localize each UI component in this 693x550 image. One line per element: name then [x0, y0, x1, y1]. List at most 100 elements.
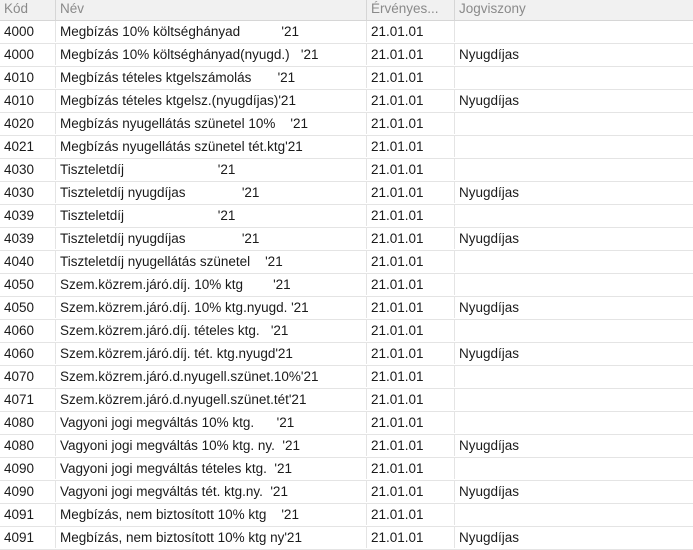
table-row[interactable]: 4091 Megbízás, nem biztosított 10% ktg ny…: [0, 527, 693, 550]
cell-code: 4060: [0, 343, 56, 364]
column-header-valid-from[interactable]: Érvényes...: [367, 0, 455, 20]
table-row[interactable]: 4030 Tiszteletdíj nyugdíjas '21 21.01.01 Ny…: [0, 182, 693, 205]
cell-code: 4070: [0, 366, 56, 387]
table-row[interactable]: 4071 Szem.közrem.járó.d.nyugell.szünet.té…: [0, 389, 693, 412]
table-row[interactable]: 4050 Szem.közrem.járó.díj. 10% ktg.nyugd.…: [0, 297, 693, 320]
cell-code: 4039: [0, 205, 56, 226]
cell-name: Megbízás 10% költséghányad '21: [56, 21, 367, 42]
cell-valid-from: 21.01.01: [367, 389, 455, 410]
table-row[interactable]: 4060 Szem.közrem.járó.díj. tételes ktg. '…: [0, 320, 693, 343]
cell-valid-from: 21.01.01: [367, 481, 455, 502]
cell-name: Szem.közrem.járó.díj. tételes ktg. '21: [56, 320, 367, 341]
cell-relationship: Nyugdíjas: [459, 484, 520, 499]
cell-valid-from: 21.01.01: [367, 297, 455, 318]
table-row[interactable]: 4039 Tiszteletdíj nyugdíjas '21 21.01.01 Ny…: [0, 228, 693, 251]
cell-valid-from: 21.01.01: [367, 67, 455, 88]
cell-relationship: [455, 458, 693, 479]
cell-valid-from: 21.01.01: [367, 90, 455, 111]
column-header-code[interactable]: Kód: [0, 0, 56, 20]
cell-valid-from: 21.01.01: [367, 458, 455, 479]
table-row[interactable]: 4039 Tiszteletdíj '21 21.01.01: [0, 205, 693, 228]
cell-valid-from: 21.01.01: [367, 228, 455, 249]
cell-code: 4080: [0, 435, 56, 456]
table-row[interactable]: 4021 Megbízás nyugellátás szünetel tét.kt…: [0, 136, 693, 159]
table-row[interactable]: 4020 Megbízás nyugellátás szünetel 10% '2…: [0, 113, 693, 136]
cell-valid-from: 21.01.01: [367, 44, 455, 65]
table-row[interactable]: 4050 Szem.közrem.járó.díj. 10% ktg '21 21.…: [0, 274, 693, 297]
cell-relationship: [455, 205, 693, 226]
table-row[interactable]: 4000 Megbízás 10% költséghányad '21 21.01.…: [0, 21, 693, 44]
cell-name: Szem.közrem.járó.díj. tét. ktg.nyugd'21: [56, 343, 367, 364]
cell-name: Tiszteletdíj nyugdíjas '21: [56, 182, 367, 203]
cell-relationship: [455, 389, 693, 410]
cell-valid-from: 21.01.01: [367, 320, 455, 341]
table-row[interactable]: 4091 Megbízás, nem biztosított 10% ktg '2…: [0, 504, 693, 527]
cell-code: 4090: [0, 481, 56, 502]
table-row[interactable]: 4010 Megbízás tételes ktgelszámolás '21 21…: [0, 67, 693, 90]
cell-name: Vagyoni jogi megváltás 10% ktg. ny. '21: [56, 435, 367, 456]
cell-relationship: [455, 412, 693, 433]
cell-valid-from: 21.01.01: [367, 205, 455, 226]
cell-code: 4060: [0, 320, 56, 341]
cell-code: 4050: [0, 297, 56, 318]
cell-relationship: [455, 21, 693, 42]
cell-name: Tiszteletdíj nyugellátás szünetel '21: [56, 251, 367, 272]
cell-name: Szem.közrem.járó.d.nyugell.szünet.tét'21: [56, 389, 367, 410]
cell-name: Tiszteletdíj '21: [56, 159, 367, 180]
cell-name: Szem.közrem.járó.d.nyugell.szünet.10%'21: [56, 366, 367, 387]
cell-code: 4071: [0, 389, 56, 410]
cell-code: 4030: [0, 159, 56, 180]
cell-valid-from: 21.01.01: [367, 113, 455, 134]
grid-body: 4000 Megbízás 10% költséghányad '21 21.01.…: [0, 21, 693, 550]
cell-relationship: Nyugdíjas: [459, 346, 520, 361]
cell-valid-from: 21.01.01: [367, 435, 455, 456]
cell-name: Szem.közrem.járó.díj. 10% ktg '21: [56, 274, 367, 295]
cell-valid-from: 21.01.01: [367, 504, 455, 525]
cell-relationship: [455, 251, 693, 272]
cell-name: Megbízás, nem biztosított 10% ktg '21: [56, 504, 367, 525]
cell-relationship: [455, 366, 693, 387]
cell-relationship: [455, 113, 693, 134]
cell-valid-from: 21.01.01: [367, 366, 455, 387]
cell-name: Szem.közrem.járó.díj. 10% ktg.nyugd. '21: [56, 297, 367, 318]
column-header-relationship[interactable]: Jogviszony: [455, 0, 693, 20]
table-row[interactable]: 4070 Szem.közrem.járó.d.nyugell.szünet.10…: [0, 366, 693, 389]
cell-valid-from: 21.01.01: [367, 159, 455, 180]
cell-code: 4039: [0, 228, 56, 249]
cell-code: 4010: [0, 67, 56, 88]
cell-name: Megbízás nyugellátás szünetel tét.ktg'21: [56, 136, 367, 157]
cell-code: 4000: [0, 44, 56, 65]
cell-code: 4050: [0, 274, 56, 295]
cell-valid-from: 21.01.01: [367, 343, 455, 364]
table-row[interactable]: 4010 Megbízás tételes ktgelsz.(nyugdíjas)…: [0, 90, 693, 113]
cell-code: 4000: [0, 21, 56, 42]
table-row[interactable]: 4040 Tiszteletdíj nyugellátás szünetel '2…: [0, 251, 693, 274]
table-row[interactable]: 4090 Vagyoni jogi megváltás tét. ktg.ny. …: [0, 481, 693, 504]
cell-relationship: [455, 136, 693, 157]
table-row[interactable]: 4000 Megbízás 10% költséghányad(nyugd.) '…: [0, 44, 693, 67]
cell-relationship: [455, 67, 693, 88]
cell-valid-from: 21.01.01: [367, 527, 455, 548]
cell-name: Vagyoni jogi megváltás tét. ktg.ny. '21: [56, 481, 367, 502]
cell-valid-from: 21.01.01: [367, 136, 455, 157]
table-row[interactable]: 4090 Vagyoni jogi megváltás tételes ktg. …: [0, 458, 693, 481]
cell-relationship: [455, 159, 693, 180]
cell-valid-from: 21.01.01: [367, 21, 455, 42]
table-row[interactable]: 4080 Vagyoni jogi megváltás 10% ktg. '21 2…: [0, 412, 693, 435]
cell-name: Megbízás nyugellátás szünetel 10% '21: [56, 113, 367, 134]
column-header-name[interactable]: Név: [56, 0, 367, 20]
cell-code: 4021: [0, 136, 56, 157]
table-row[interactable]: 4030 Tiszteletdíj '21 21.01.01: [0, 159, 693, 182]
table-row[interactable]: 4080 Vagyoni jogi megváltás 10% ktg. ny. …: [0, 435, 693, 458]
cell-name: Vagyoni jogi megváltás 10% ktg. '21: [56, 412, 367, 433]
cell-code: 4030: [0, 182, 56, 203]
cell-relationship: Nyugdíjas: [459, 300, 520, 315]
table-row[interactable]: 4060 Szem.közrem.járó.díj. tét. ktg.nyugd…: [0, 343, 693, 366]
cell-code: 4010: [0, 90, 56, 111]
cell-valid-from: 21.01.01: [367, 412, 455, 433]
cell-name: Tiszteletdíj '21: [56, 205, 367, 226]
cell-name: Vagyoni jogi megváltás tételes ktg. '21: [56, 458, 367, 479]
cell-valid-from: 21.01.01: [367, 251, 455, 272]
cell-code: 4080: [0, 412, 56, 433]
cell-code: 4091: [0, 504, 56, 525]
